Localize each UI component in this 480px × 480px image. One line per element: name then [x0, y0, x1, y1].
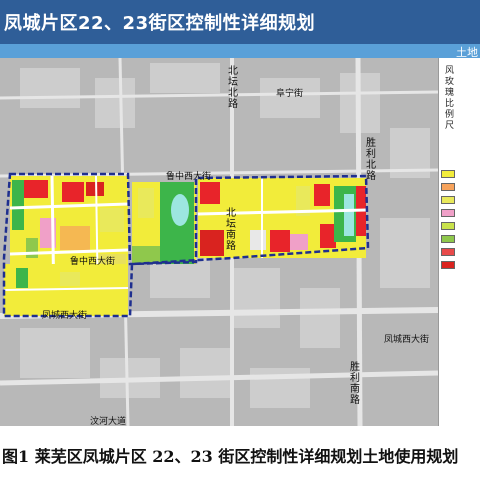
planning-block-right	[197, 178, 367, 258]
label-luzhong-xi-dajie: 鲁中西大街	[166, 172, 212, 182]
legend-swatch	[441, 209, 455, 217]
map-canvas	[0, 58, 438, 426]
label-shengli-nan-lu: 胜利南路	[350, 362, 360, 406]
page-title: 凤城片区22、23街区控制性详细规划	[4, 13, 316, 34]
figure-caption-area: 图1 莱芜区凤城片区 22、23 街区控制性详细规划土地使用规划	[0, 426, 480, 480]
legend-title: 风玫瑰比例尺	[445, 66, 455, 131]
label-fengcheng-xi-dajie: 凤城西大街	[42, 311, 88, 321]
legend-swatch	[441, 170, 455, 178]
title-stripe	[0, 44, 480, 58]
legend-swatch	[441, 261, 455, 269]
planning-block-middle	[132, 182, 196, 264]
legend-swatch	[441, 248, 455, 256]
legend-panel: 风玫瑰比例尺	[438, 58, 480, 426]
label-luzhong-xi-dajie-2: 鲁中西大街	[70, 257, 116, 267]
label-wenhe-dadao: 汶河大道	[90, 417, 127, 426]
label-fengcheng-xi-dajie-2: 凤城西大街	[384, 335, 430, 345]
legend-swatch	[441, 183, 455, 191]
label-fuzhou-jie: 阜宁街	[276, 89, 304, 99]
legend-swatch	[441, 235, 455, 243]
label-beitan-nan-lu: 北坛南路	[226, 208, 236, 252]
figure-caption: 图1 莱芜区凤城片区 22、23 街区控制性详细规划土地使用规划	[2, 447, 459, 466]
land-use-map: 北坛北路 阜宁街 胜利北路 鲁中西大街 北坛南路 鲁中西大街 凤城西大街 凤城西…	[0, 58, 438, 426]
label-beitan-bei-lu: 北坛北路	[228, 66, 238, 110]
legend-swatch	[441, 196, 455, 204]
slide-frame: 凤城片区22、23街区控制性详细规划 土地 北坛北路 阜宁街 胜利北路 鲁中西大…	[0, 0, 480, 480]
title-bar: 凤城片区22、23街区控制性详细规划	[0, 0, 480, 44]
legend-swatch	[441, 222, 455, 230]
label-shengli-bei-lu: 胜利北路	[366, 138, 376, 182]
